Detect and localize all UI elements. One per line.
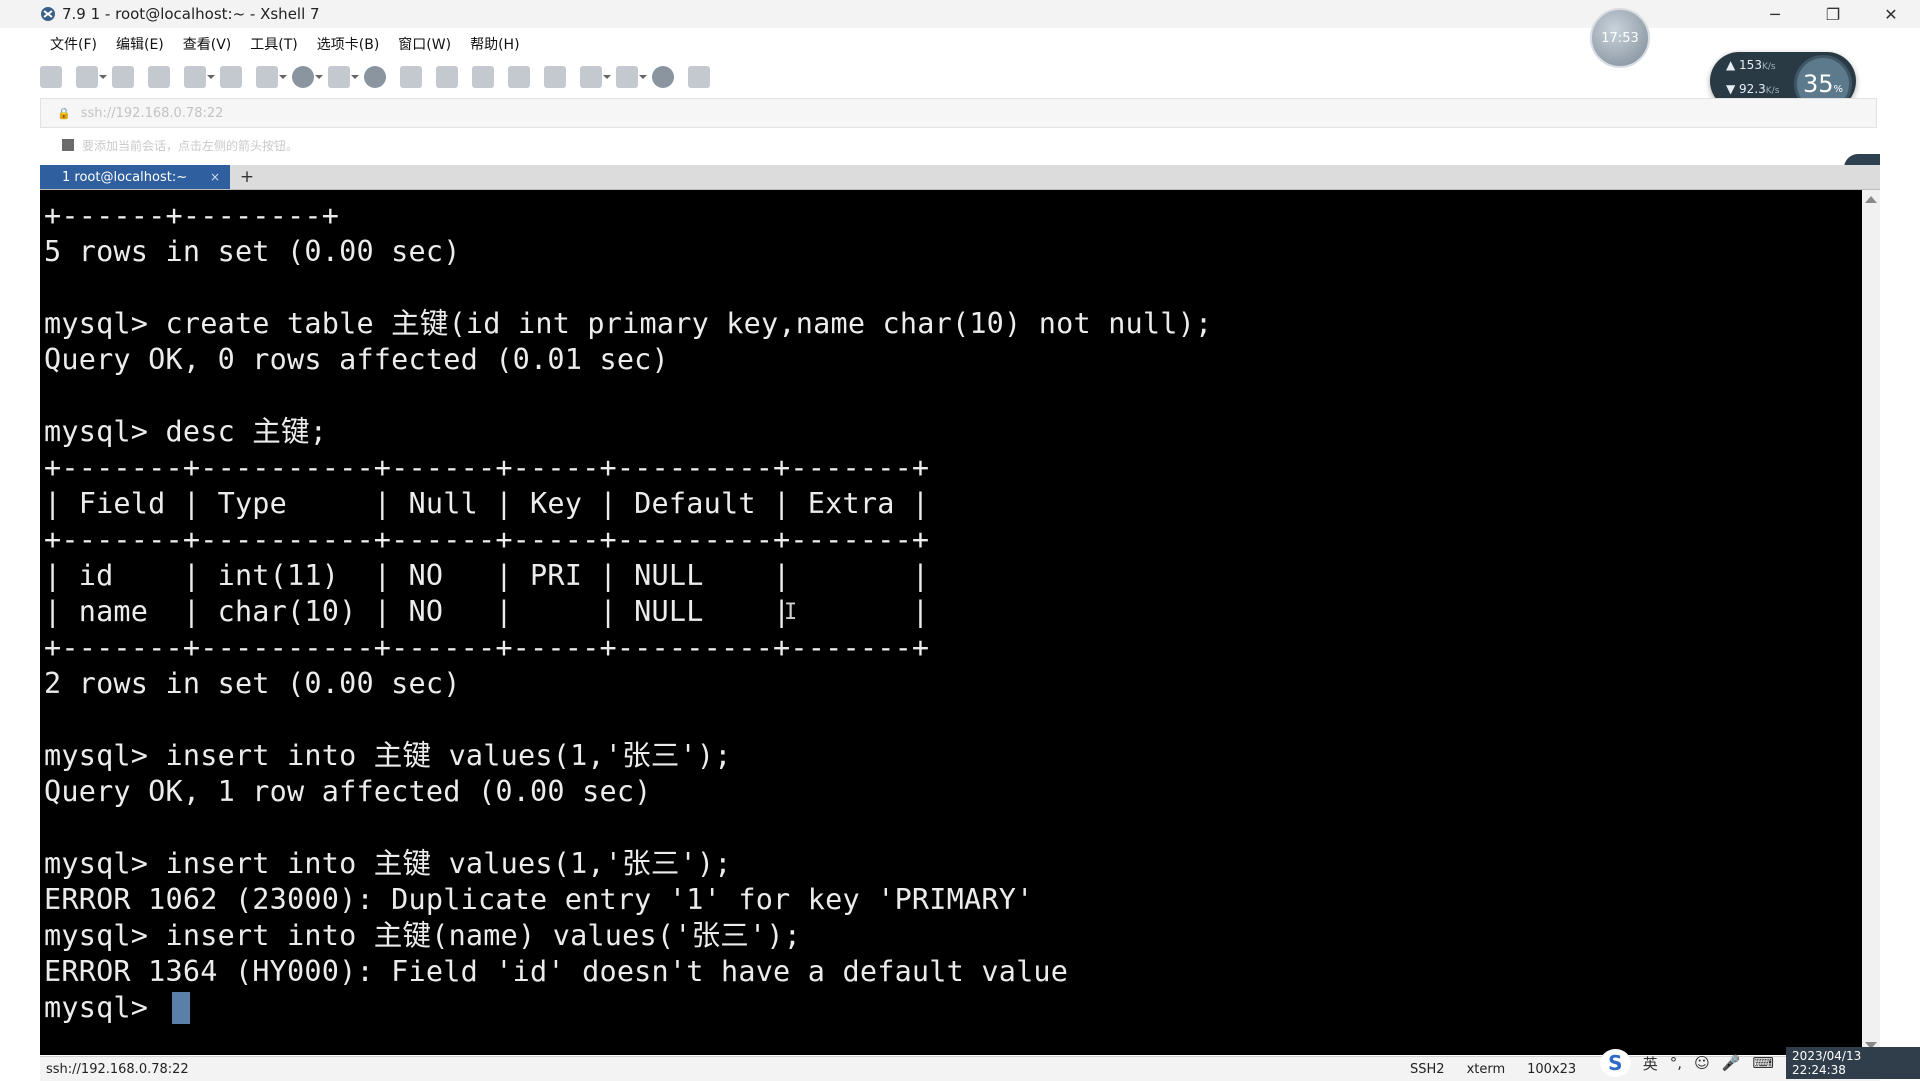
script-icon[interactable] bbox=[544, 66, 566, 88]
status-right: SSH2 xterm 100x23 bbox=[1410, 1057, 1576, 1081]
hint-text: 要添加当前会话，点击左侧的箭头按钮。 bbox=[82, 138, 299, 153]
status-term-size: 100x23 bbox=[1527, 1061, 1577, 1077]
find-icon[interactable] bbox=[220, 66, 242, 88]
tab-label: 1 root@localhost:~ bbox=[62, 169, 188, 185]
fullscreen-icon[interactable] bbox=[436, 66, 458, 88]
copy-icon[interactable] bbox=[184, 66, 215, 88]
vertical-scrollbar[interactable] bbox=[1862, 190, 1880, 1055]
terminal-line: +-------+----------+------+-----+-------… bbox=[44, 631, 930, 664]
terminal-line: 5 rows in set (0.00 sec) bbox=[44, 235, 461, 268]
sogou-ime-icon[interactable]: S bbox=[1600, 1049, 1631, 1077]
xshell-app-icon[interactable] bbox=[40, 6, 56, 22]
address-bar[interactable]: 🔒 ssh://192.168.0.78:22 bbox=[40, 98, 1877, 128]
maximize-button[interactable]: ❐ bbox=[1804, 0, 1862, 28]
terminal-cursor bbox=[172, 992, 190, 1024]
mouse-ibeam-icon: I bbox=[784, 600, 798, 625]
terminal-line: +-------+----------+------+-----+-------… bbox=[44, 523, 930, 556]
color-scheme-icon[interactable] bbox=[328, 66, 359, 88]
status-term-type: xterm bbox=[1466, 1061, 1506, 1077]
screenshot-icon[interactable] bbox=[400, 66, 422, 88]
close-button[interactable]: ✕ bbox=[1862, 0, 1920, 28]
address-value[interactable]: ssh://192.168.0.78:22 bbox=[81, 106, 224, 121]
status-protocol: SSH2 bbox=[1410, 1061, 1445, 1077]
properties-icon[interactable] bbox=[256, 66, 287, 88]
address-lock-icon: 🔒 bbox=[57, 106, 71, 120]
reconnect-icon[interactable] bbox=[112, 66, 134, 88]
punctuation-icon[interactable]: °, bbox=[1670, 1054, 1682, 1072]
tab-session-1[interactable]: 1 root@localhost:~ × bbox=[40, 165, 230, 189]
chat-icon[interactable] bbox=[688, 66, 710, 88]
terminal-line: 2 rows in set (0.00 sec) bbox=[44, 667, 461, 700]
upload-speed: ▲ 153K/s bbox=[1726, 58, 1776, 72]
emoji-icon[interactable]: ☺ bbox=[1694, 1054, 1710, 1072]
menu-file[interactable]: 文件(F) bbox=[40, 34, 106, 54]
add-tab-button[interactable]: + bbox=[236, 165, 258, 189]
terminal-line: mysql> insert into 主键 values(1,'张三'); bbox=[44, 847, 732, 880]
globe-icon[interactable] bbox=[292, 66, 323, 88]
terminal-line: | Field | Type | Null | Key | Default | … bbox=[44, 487, 930, 520]
terminal-prompt-line: mysql> bbox=[44, 991, 166, 1024]
terminal-line: ERROR 1364 (HY000): Field 'id' doesn't h… bbox=[44, 955, 1069, 988]
menu-tools[interactable]: 工具(T) bbox=[240, 34, 306, 54]
window-title: 7.9 1 - root@localhost:~ - Xshell 7 bbox=[62, 5, 320, 23]
toolbar bbox=[40, 62, 718, 92]
disconnect-icon[interactable] bbox=[148, 66, 170, 88]
tab-bar: 1 root@localhost:~ × + bbox=[40, 165, 1880, 190]
terminal-line: +-------+----------+------+-----+-------… bbox=[44, 451, 930, 484]
keyboard-icon[interactable] bbox=[508, 66, 530, 88]
terminal-line: Query OK, 1 row affected (0.00 sec) bbox=[44, 775, 652, 808]
clock-avatar: 17:53 bbox=[1590, 8, 1650, 68]
bookmark-icon[interactable] bbox=[62, 139, 74, 151]
minimize-button[interactable]: ─ bbox=[1746, 0, 1804, 28]
tray-datetime: 2023/04/13 22:24:38 bbox=[1786, 1047, 1920, 1079]
open-session-icon[interactable] bbox=[76, 66, 107, 88]
menu-bar: 文件(F) 编辑(E) 查看(V) 工具(T) 选项卡(B) 窗口(W) 帮助(… bbox=[40, 30, 529, 58]
microphone-icon[interactable]: 🎤 bbox=[1722, 1054, 1741, 1072]
terminal-line: +------+--------+ bbox=[44, 199, 340, 232]
status-address: ssh://192.168.0.78:22 bbox=[46, 1061, 189, 1077]
terminal-line: mysql> insert into 主键(name) values('张三')… bbox=[44, 919, 802, 952]
system-tray: S 英 °, ☺ 🎤 ⌨ 2023/04/13 22:24:38 bbox=[1600, 1046, 1920, 1080]
terminal-view[interactable]: +------+--------+ 5 rows in set (0.00 se… bbox=[40, 190, 1862, 1055]
lock-icon[interactable] bbox=[472, 66, 494, 88]
menu-window[interactable]: 窗口(W) bbox=[388, 34, 460, 54]
terminal-line: mysql> create table 主键(id int primary ke… bbox=[44, 307, 1213, 340]
tunnel-icon[interactable] bbox=[580, 66, 611, 88]
menu-tabs[interactable]: 选项卡(B) bbox=[307, 34, 389, 54]
download-speed: ▼ 92.3K/s bbox=[1726, 82, 1780, 96]
tab-close-icon[interactable]: × bbox=[210, 170, 220, 184]
help-icon[interactable] bbox=[652, 66, 674, 88]
terminal-line: | id | int(11) | NO | PRI | NULL | | bbox=[44, 559, 930, 592]
keyboard-tray-icon[interactable]: ⌨ bbox=[1752, 1054, 1774, 1072]
xftp-icon[interactable] bbox=[364, 66, 386, 88]
terminal-line: mysql> desc 主键; bbox=[44, 415, 328, 448]
terminal-line: Query OK, 0 rows affected (0.01 sec) bbox=[44, 343, 669, 376]
menu-help[interactable]: 帮助(H) bbox=[460, 34, 528, 54]
new-session-icon[interactable] bbox=[40, 66, 62, 88]
menu-edit[interactable]: 编辑(E) bbox=[106, 34, 173, 54]
menu-view[interactable]: 查看(V) bbox=[173, 34, 241, 54]
terminal-line: ERROR 1062 (23000): Duplicate entry '1' … bbox=[44, 883, 1034, 916]
scroll-up-icon[interactable] bbox=[1865, 196, 1877, 203]
ime-language-label[interactable]: 英 bbox=[1643, 1053, 1658, 1074]
terminal-line: mysql> insert into 主键 values(1,'张三'); bbox=[44, 739, 732, 772]
window-controls: ─ ❐ ✕ bbox=[1746, 0, 1920, 28]
layout-icon[interactable] bbox=[616, 66, 647, 88]
hint-bar: 要添加当前会话，点击左侧的箭头按钮。 bbox=[40, 132, 1875, 158]
